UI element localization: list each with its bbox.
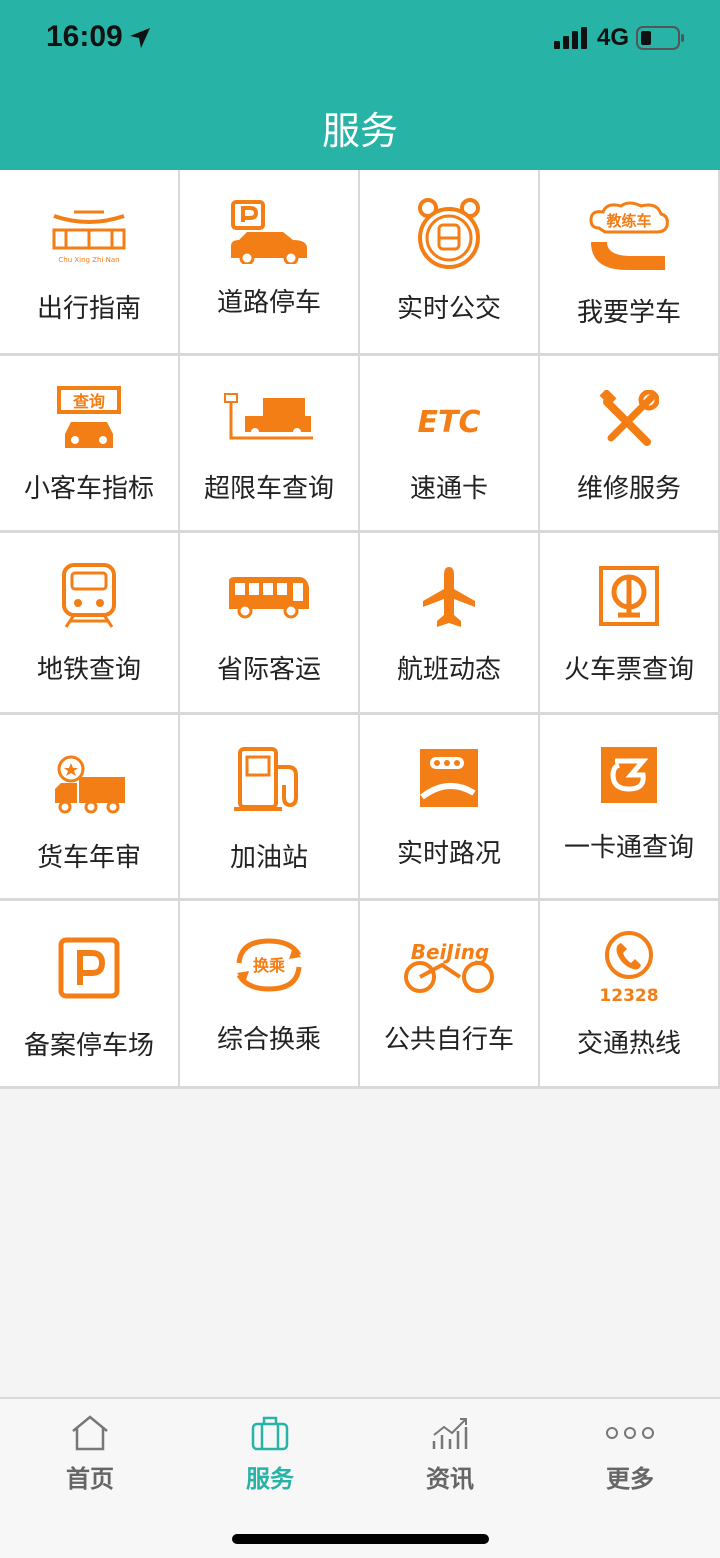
airplane-icon [423,567,475,627]
service-truck-inspection[interactable]: 货车年审 [0,715,180,901]
parking-lot-icon [58,937,120,999]
service-label: 一卡通查询 [563,833,694,863]
etc-icon: ETC [418,405,481,440]
service-label: 道路停车 [216,288,321,318]
home-icon [72,1415,108,1451]
overload-truck-icon [224,393,313,440]
service-label: 实时公交 [396,294,501,324]
car-quota-badge: 查询 [73,392,105,411]
service-flight[interactable]: 航班动态 [360,533,540,715]
gas-station-icon [234,747,298,811]
service-etc[interactable]: ETC 速通卡 [360,356,540,533]
service-traffic[interactable]: 实时路况 [360,715,540,901]
railway-logo-icon [599,566,659,626]
etc-badge: ETC [418,405,481,440]
page-title: 服务 [321,109,398,153]
service-train-ticket[interactable]: 火车票查询 [540,533,720,715]
service-driving-school[interactable]: 教练车 我要学车 [540,170,720,356]
service-parking-lot[interactable]: 备案停车场 [0,901,180,1089]
tab-services[interactable]: 服务 [180,1399,360,1509]
chart-icon [432,1418,468,1449]
service-label: 地铁查询 [36,655,141,685]
status-time: 16:09 [46,20,123,53]
service-label: 省际客运 [216,655,321,685]
service-chuxing[interactable]: Chu Xing Zhi Nan 出行指南 [0,170,180,356]
traffic-road-icon [420,749,478,807]
service-car-quota[interactable]: 查询 小客车指标 [0,356,180,533]
service-overload-truck[interactable]: 超限车查询 [180,356,360,533]
home-indicator[interactable] [232,1534,489,1544]
service-subway[interactable]: 地铁查询 [0,533,180,715]
briefcase-icon [251,1416,289,1451]
bicycle-badge: BeiJing [411,940,490,964]
bicycle-icon: BeiJing [404,940,494,993]
tab-label: 更多 [606,1465,654,1493]
header-bar: 16:09 4G 服务 [0,0,720,170]
service-label: 航班动态 [396,655,501,685]
service-bicycle[interactable]: BeiJing 公共自行车 [360,901,540,1089]
road-parking-icon [231,200,307,264]
service-label: 火车票查询 [563,655,694,685]
battery-icon [636,26,684,50]
signal-icon [554,27,587,49]
location-arrow-icon [130,28,150,48]
card-icon [601,747,657,803]
transfer-badge: 换乘 [253,956,285,975]
service-realtime-bus[interactable]: 实时公交 [360,170,540,356]
service-repair[interactable]: 维修服务 [540,356,720,533]
coach-bus-icon [229,577,309,619]
more-icon [606,1427,654,1439]
truck-inspection-icon [55,755,125,814]
hotline-icon: 12328 [599,931,659,1005]
bus-clock-icon [418,198,480,269]
service-transfer[interactable]: 换乘 综合换乘 [180,901,360,1089]
service-label: 出行指南 [36,294,141,324]
service-label: 小客车指标 [23,474,154,504]
service-label: 我要学车 [576,298,681,328]
service-label: 维修服务 [576,474,681,504]
tab-more[interactable]: 更多 [540,1399,720,1509]
chuxing-logo-text: Chu Xing Zhi Nan [58,256,119,264]
network-type: 4G [597,24,630,51]
subway-icon [62,563,116,628]
service-label: 加油站 [229,843,308,873]
service-label: 备案停车场 [23,1031,154,1061]
service-card[interactable]: 一卡通查询 [540,715,720,901]
tab-label: 服务 [246,1465,294,1493]
service-hotline[interactable]: 12328 交通热线 [540,901,720,1089]
service-label: 超限车查询 [203,474,334,504]
service-coach[interactable]: 省际客运 [180,533,360,715]
service-label: 交通热线 [576,1029,681,1059]
tab-home[interactable]: 首页 [0,1399,180,1509]
chuxing-logo-icon: Chu Xing Zhi Nan [52,210,126,264]
car-quota-icon: 查询 [57,386,121,448]
driving-school-icon: 教练车 [589,201,669,270]
service-label: 综合换乘 [216,1025,321,1055]
status-bar: 16:09 4G [0,0,720,80]
service-label: 货车年审 [36,843,141,873]
driving-school-badge: 教练车 [605,212,651,230]
service-label: 公共自行车 [383,1025,514,1055]
repair-tools-icon [599,390,659,446]
service-label: 实时路况 [396,839,501,869]
service-road-parking[interactable]: 道路停车 [180,170,360,356]
service-gas-station[interactable]: 加油站 [180,715,360,901]
tab-label: 资讯 [426,1465,474,1493]
transfer-icon: 换乘 [236,938,302,992]
service-label: 速通卡 [409,474,488,504]
tab-news[interactable]: 资讯 [360,1399,540,1509]
hotline-badge: 12328 [599,986,658,1005]
tab-label: 首页 [66,1465,114,1493]
